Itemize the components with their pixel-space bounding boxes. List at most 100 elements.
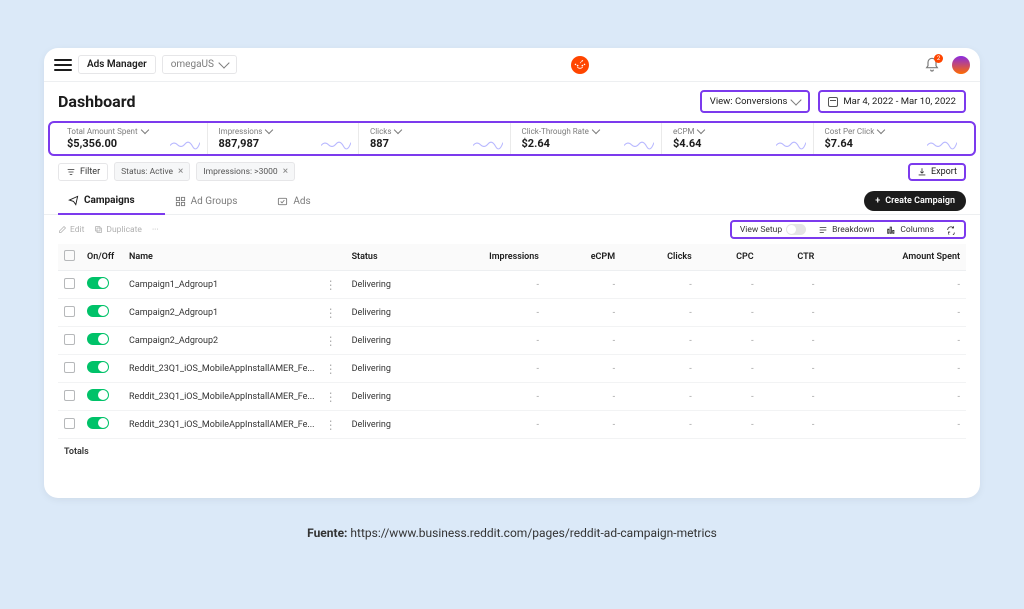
metric-label: eCPM [673, 127, 694, 136]
tab-ads-label: Ads [293, 196, 310, 207]
metric-card[interactable]: Total Amount Spent $5,356.00 [60, 123, 208, 154]
breakdown-label: Breakdown [832, 225, 874, 235]
clicks-cell: - [621, 355, 698, 383]
col-ecpm: eCPM [545, 244, 621, 271]
select-all-checkbox[interactable] [64, 250, 75, 261]
refresh-button[interactable] [946, 225, 956, 235]
topbar: Ads Manager omegaUS 2 [44, 48, 980, 82]
status-cell: Delivering [346, 327, 416, 355]
account-select[interactable]: omegaUS [162, 55, 237, 74]
cpc-cell: - [698, 271, 760, 299]
app-window: Ads Manager omegaUS 2 Dashboard View: Co… [44, 48, 980, 498]
table-row: Campaign1_Adgroup1⋮ Delivering - - - - -… [58, 271, 966, 299]
columns-button[interactable]: Columns [886, 225, 934, 235]
table-row: Reddit_23Q1_iOS_MobileAppInstallAMER_Fe.… [58, 411, 966, 439]
sparkline-icon [927, 138, 957, 150]
cpc-cell: - [698, 327, 760, 355]
status-cell: Delivering [346, 299, 416, 327]
row-menu-icon[interactable]: ⋮ [321, 278, 340, 292]
row-checkbox[interactable] [64, 306, 75, 317]
brand-label: Ads Manager [78, 55, 156, 74]
clicks-cell: - [621, 411, 698, 439]
plus-icon: + [875, 196, 880, 206]
row-menu-icon[interactable]: ⋮ [321, 390, 340, 404]
duplicate-button[interactable]: Duplicate [94, 225, 142, 235]
impressions-cell: - [416, 299, 545, 327]
row-checkbox[interactable] [64, 418, 75, 429]
menu-icon[interactable] [54, 56, 72, 74]
avatar[interactable] [952, 56, 970, 74]
metric-card[interactable]: Impressions 887,987 [212, 123, 360, 154]
edit-button[interactable]: Edit [58, 225, 84, 235]
impressions-cell: - [416, 271, 545, 299]
row-checkbox[interactable] [64, 390, 75, 401]
col-amount: Amount Spent [820, 244, 966, 271]
view-setup-label: View Setup [740, 225, 782, 235]
view-setup-toggle[interactable]: View Setup [740, 224, 806, 235]
onoff-toggle[interactable] [87, 361, 109, 373]
campaign-name[interactable]: Reddit_23Q1_iOS_MobileAppInstallAMER_Fe.… [129, 420, 315, 430]
chip-label: Status: Active [121, 167, 173, 177]
breakdown-button[interactable]: Breakdown [818, 225, 874, 235]
caption: Fuente: https://www.business.reddit.com/… [307, 526, 717, 540]
date-range-picker[interactable]: Mar 4, 2022 - Mar 10, 2022 [818, 90, 966, 113]
chevron-down-icon [140, 126, 148, 134]
row-menu-icon[interactable]: ⋮ [321, 334, 340, 348]
status-cell: Delivering [346, 383, 416, 411]
clicks-cell: - [621, 299, 698, 327]
onoff-toggle[interactable] [87, 277, 109, 289]
page-title: Dashboard [58, 92, 135, 111]
onoff-toggle[interactable] [87, 305, 109, 317]
ecpm-cell: - [545, 355, 621, 383]
ecpm-cell: - [545, 411, 621, 439]
campaign-name[interactable]: Campaign2_Adgroup1 [129, 308, 218, 318]
metric-card[interactable]: Click-Through Rate $2.64 [515, 123, 663, 154]
notifications-button[interactable]: 2 [924, 57, 940, 73]
row-menu-icon[interactable]: ⋮ [321, 418, 340, 432]
col-name: Name [123, 244, 346, 271]
filter-button[interactable]: Filter [58, 163, 108, 181]
onoff-toggle[interactable] [87, 417, 109, 429]
caption-prefix: Fuente: [307, 526, 350, 540]
row-checkbox[interactable] [64, 278, 75, 289]
chevron-down-icon [697, 126, 705, 134]
sparkline-icon [321, 138, 351, 150]
ecpm-cell: - [545, 271, 621, 299]
metric-card[interactable]: eCPM $4.64 [666, 123, 814, 154]
col-onoff: On/Off [81, 244, 123, 271]
ctr-cell: - [760, 327, 821, 355]
tab-adgroups[interactable]: Ad Groups [165, 188, 268, 214]
view-selector[interactable]: View: Conversions [700, 90, 811, 113]
more-actions-button[interactable]: ··· [152, 225, 159, 235]
tab-ads[interactable]: Ads [267, 188, 340, 214]
view-selector-label: View: Conversions [710, 96, 788, 107]
campaign-name[interactable]: Reddit_23Q1_iOS_MobileAppInstallAMER_Fe.… [129, 392, 315, 402]
metric-card[interactable]: Cost Per Click $7.64 [818, 123, 965, 154]
ecpm-cell: - [545, 299, 621, 327]
close-icon[interactable]: × [178, 166, 183, 177]
row-actions-bar: Edit Duplicate ··· View Setup Breakdown … [44, 215, 980, 244]
row-menu-icon[interactable]: ⋮ [321, 362, 340, 376]
ecpm-cell: - [545, 383, 621, 411]
onoff-toggle[interactable] [87, 389, 109, 401]
campaign-name[interactable]: Campaign2_Adgroup2 [129, 336, 218, 346]
create-campaign-label: Create Campaign [885, 196, 955, 206]
amount-cell: - [820, 299, 966, 327]
filter-chip[interactable]: Impressions: >3000× [196, 162, 295, 181]
tab-campaigns[interactable]: Campaigns [58, 187, 165, 215]
impressions-cell: - [416, 327, 545, 355]
onoff-toggle[interactable] [87, 333, 109, 345]
create-campaign-button[interactable]: + Create Campaign [864, 191, 966, 211]
row-menu-icon[interactable]: ⋮ [321, 306, 340, 320]
col-impressions: Impressions [416, 244, 545, 271]
campaign-name[interactable]: Reddit_23Q1_iOS_MobileAppInstallAMER_Fe.… [129, 364, 315, 374]
filter-chip[interactable]: Status: Active × [114, 162, 190, 181]
row-checkbox[interactable] [64, 362, 75, 373]
cpc-cell: - [698, 411, 760, 439]
metric-card[interactable]: Clicks 887 [363, 123, 511, 154]
close-icon[interactable]: × [283, 166, 288, 177]
row-checkbox[interactable] [64, 334, 75, 345]
campaign-name[interactable]: Campaign1_Adgroup1 [129, 280, 218, 290]
calendar-icon [828, 97, 838, 107]
export-button[interactable]: Export [908, 163, 966, 181]
